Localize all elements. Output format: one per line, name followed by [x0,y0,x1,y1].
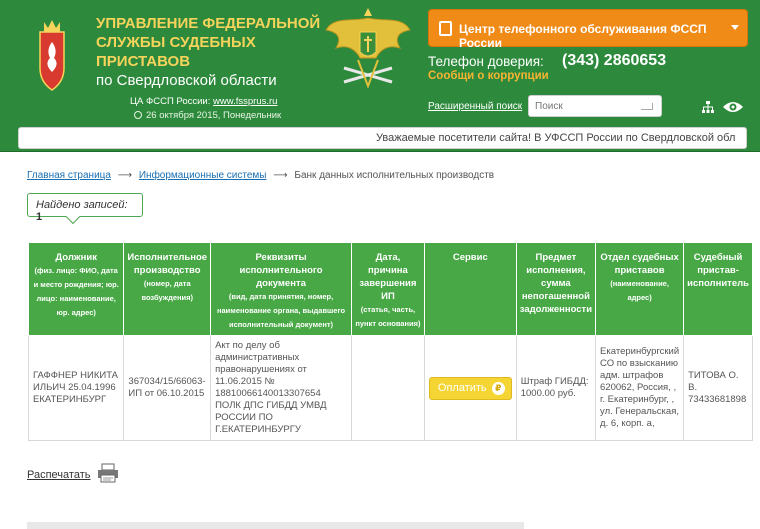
printer-icon[interactable] [97,463,119,483]
badge-tail [65,209,81,225]
table-row: ГАФФНЕР НИКИТА ИЛЬИЧ 25.04.1996 ЕКАТЕРИН… [27,335,753,441]
sitemap-icon[interactable] [702,101,714,113]
eye-icon[interactable] [722,100,744,114]
cell-bailiff: ТИТОВА О. В. 73433681898 [683,335,753,441]
pay-button-label: Оплатить [437,381,487,394]
cell-service: Оплатить ₽ [423,335,517,441]
breadcrumb-current: Банк данных исполнительных производств [294,170,495,181]
records-found-badge: Найдено записей: 1 [27,193,143,225]
cell-completion [350,335,425,441]
breadcrumb-separator: ⟶ [273,170,288,181]
header-subject: Предмет исполнения, сумма непогашенной з… [515,242,597,336]
central-office-label: ЦА ФССП России: [130,96,214,107]
header-service-title: Сервис [452,252,488,263]
org-name-line1: УПРАВЛЕНИЕ ФЕДЕРАЛЬНОЙ [96,15,321,32]
clock-icon [134,111,142,119]
cell-subject: Штраф ГИБДД: 1000.00 руб. [515,335,597,441]
print-link[interactable]: Распечатать [27,469,90,481]
org-name-line2: СЛУЖБЫ СУДЕБНЫХ ПРИСТАВОВ [96,34,256,70]
fssp-eagle-emblem-icon [325,8,411,89]
records-found-count: 1 [36,211,43,223]
current-date: 26 октября 2015, Понедельник [134,110,281,121]
header-department: Отдел судебных приставов (наименование, … [595,242,685,336]
call-center-label: Центр телефонного обслуживания ФССП Росс… [459,22,707,50]
header-document-title: Реквизиты исполнительного документа [239,252,323,289]
header-bailiff: Судебный пристав-исполнитель [683,242,753,336]
breadcrumb: Главная страница ⟶ Информационные систем… [27,170,494,181]
trust-phone-number: (343) 2860653 [562,52,667,69]
header-proceeding: Исполнительное производство (номер, дата… [123,242,212,336]
cell-debtor: ГАФФНЕР НИКИТА ИЛЬИЧ 25.04.1996 ЕКАТЕРИН… [27,335,125,441]
header-subject-title: Предмет исполнения, сумма непогашенной з… [519,252,593,315]
pay-button[interactable]: Оплатить ₽ [428,376,512,400]
header-proceeding-note: (номер, дата возбуждения) [141,279,194,302]
trust-phone-label: Телефон доверия: [428,54,544,69]
ruble-icon: ₽ [491,381,505,395]
chevron-down-icon [731,25,739,30]
header-service: Сервис [423,242,517,336]
header-debtor: Должник (физ. лицо: ФИО, дата и место ро… [27,242,125,336]
central-office-line: ЦА ФССП России: www.fssprus.ru [130,96,277,107]
cell-proceeding: 367034/15/66063-ИП от 06.10.2015 [123,335,212,441]
enter-icon[interactable] [641,103,653,110]
organization-name: УПРАВЛЕНИЕ ФЕДЕРАЛЬНОЙ СЛУЖБЫ СУДЕБНЫХ П… [96,14,326,90]
central-office-link[interactable]: www.fssprus.ru [213,96,277,107]
cell-document: Акт по делу об административных правонар… [210,335,352,441]
search-input[interactable] [535,96,635,117]
breadcrumb-home[interactable]: Главная страница [27,170,111,181]
cell-department: Екатеринбургский СО по взысканию адм. шт… [595,335,685,441]
table-header-row: Должник (физ. лицо: ФИО, дата и место ро… [27,242,753,336]
header-department-note: (наименование, адрес) [610,279,669,302]
header-department-title: Отдел судебных приставов [600,252,679,276]
header-completion-note: (статья, часть, пункт основания) [355,305,421,328]
breadcrumb-separator: ⟶ [117,170,133,181]
header-completion: Дата, причина завершения ИП (статья, час… [350,242,425,336]
phone-icon [439,21,452,36]
coat-of-arms-icon [39,20,65,91]
results-table: Должник (физ. лицо: ФИО, дата и место ро… [27,242,753,441]
header-document-note: (вид, дата принятия, номер, наименование… [216,292,346,329]
ticker-text: Уважаемые посетители сайта! В УФССП Росс… [376,132,736,144]
header-proceeding-title: Исполнительное производство [127,252,208,276]
call-center-dropdown[interactable]: Центр телефонного обслуживания ФССП Росс… [428,9,748,50]
report-corruption-link[interactable]: Сообщи о коррупции [428,70,549,82]
site-header: УПРАВЛЕНИЕ ФЕДЕРАЛЬНОЙ СЛУЖБЫ СУДЕБНЫХ П… [0,0,760,152]
header-document: Реквизиты исполнительного документа (вид… [210,242,352,336]
horizontal-scrollbar[interactable] [27,522,524,529]
records-found-label: Найдено записей: [36,199,128,211]
advanced-search-link[interactable]: Расширенный поиск [428,101,522,112]
header-completion-title: Дата, причина завершения ИП [359,252,417,302]
breadcrumb-systems[interactable]: Информационные системы [139,170,267,181]
header-debtor-title: Должник [55,252,97,263]
org-name-line3: по Свердловской области [96,72,277,89]
news-ticker: Уважаемые посетители сайта! В УФССП Росс… [18,127,747,149]
date-text: 26 октября 2015, Понедельник [146,110,282,121]
header-bailiff-title: Судебный пристав-исполнитель [687,252,749,289]
header-debtor-note: (физ. лицо: ФИО, дата и место рождения; … [33,266,119,317]
search-box [528,95,662,117]
